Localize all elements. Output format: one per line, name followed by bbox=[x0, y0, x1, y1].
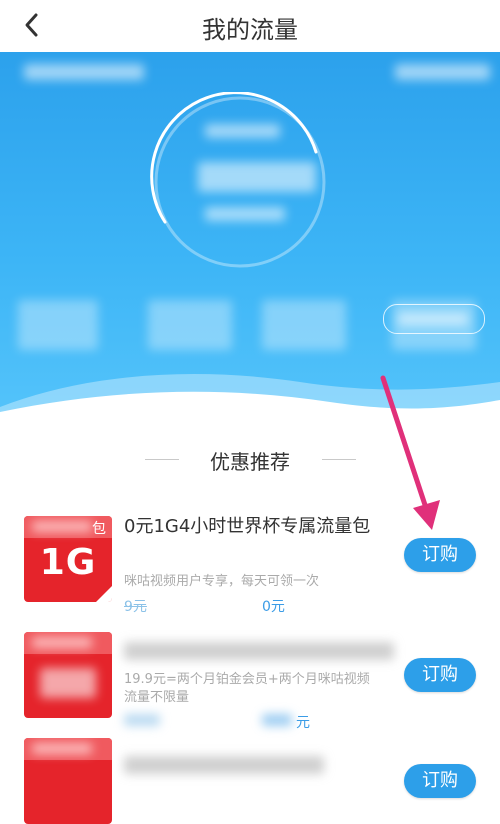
stat-2-blurred bbox=[148, 300, 232, 350]
item-description: 咪咕视频用户专享，每天可领一次 bbox=[124, 574, 320, 589]
original-price-blurred bbox=[124, 714, 160, 726]
item-title: 0元1G4小时世界杯专属流量包 bbox=[124, 516, 371, 537]
package-thumbnail bbox=[24, 738, 112, 824]
list-item[interactable]: 包 1G 0元1G4小时世界杯专属流量包 咪咕视频用户专享，每天可领一次 9元 … bbox=[0, 512, 500, 622]
data-usage-panel bbox=[0, 52, 500, 432]
thumbnail-corner-text: 包 bbox=[92, 521, 106, 537]
section-divider-right bbox=[322, 459, 356, 460]
update-time-blurred bbox=[395, 64, 490, 80]
gauge-sub-blurred bbox=[205, 207, 285, 221]
section-title: 优惠推荐 bbox=[210, 450, 290, 474]
stat-4-blurred bbox=[392, 300, 476, 350]
package-thumbnail: 包 1G bbox=[24, 516, 112, 602]
current-price-unit: 元 bbox=[296, 715, 310, 731]
stat-3-blurred bbox=[262, 300, 346, 350]
thumbnail-data-amount: 1G bbox=[39, 542, 97, 583]
current-price-blurred bbox=[262, 714, 292, 726]
thumbnail-fold bbox=[96, 586, 112, 602]
thumbnail-label-blurred bbox=[32, 521, 92, 532]
top-bar: 我的流量 bbox=[0, 0, 500, 52]
thumbnail-label-blurred bbox=[32, 743, 92, 754]
wave-decoration bbox=[0, 374, 500, 432]
phone-number-blurred bbox=[24, 64, 144, 80]
remaining-data-blurred bbox=[198, 162, 316, 192]
thumbnail-header bbox=[24, 632, 112, 654]
list-item[interactable]: 19.9元=两个月铂金会员+两个月咪咕视频 流量不限量 元 订购 bbox=[0, 630, 500, 736]
item-description-line2: 流量不限量 bbox=[124, 690, 190, 705]
watermark bbox=[405, 740, 495, 790]
original-price: 9元 bbox=[124, 599, 147, 615]
page-title: 我的流量 bbox=[202, 16, 298, 44]
thumbnail-header bbox=[24, 738, 112, 760]
thumbnail-amount-blurred bbox=[40, 668, 96, 698]
thumbnail-header: 包 bbox=[24, 516, 112, 538]
gauge-label-blurred bbox=[205, 124, 280, 138]
item-title-blurred bbox=[124, 642, 394, 660]
order-button[interactable]: 订购 bbox=[404, 538, 476, 572]
package-thumbnail bbox=[24, 632, 112, 718]
stat-1-blurred bbox=[18, 300, 98, 350]
current-price: 0元 bbox=[262, 599, 285, 615]
order-button[interactable]: 订购 bbox=[404, 658, 476, 692]
thumbnail-label-blurred bbox=[32, 637, 92, 648]
item-title-blurred bbox=[124, 756, 324, 774]
item-description: 19.9元=两个月铂金会员+两个月咪咕视频 bbox=[124, 672, 370, 687]
